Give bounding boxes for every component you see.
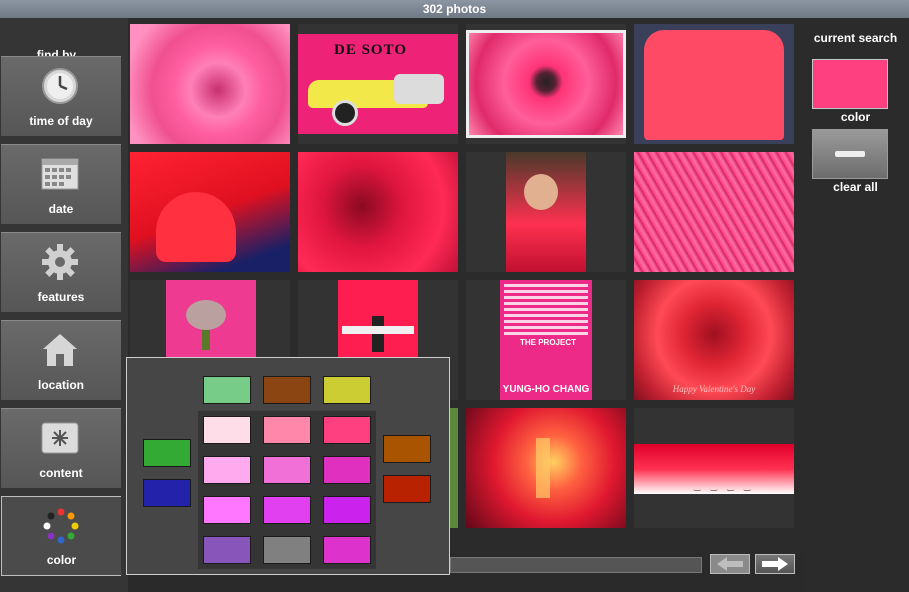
nav-label: color <box>46 553 77 567</box>
color-swatch[interactable] <box>203 536 251 564</box>
color-label: color <box>840 110 871 124</box>
nav-label: date <box>48 202 74 216</box>
color-swatch[interactable] <box>323 496 371 524</box>
nav-content[interactable]: content <box>1 408 121 488</box>
back-button[interactable] <box>710 554 750 574</box>
nav-time-of-day[interactable]: time of day <box>1 56 121 136</box>
color-swatch[interactable] <box>203 496 251 524</box>
photo <box>634 24 794 144</box>
color-swatch[interactable] <box>323 416 371 444</box>
nav-date[interactable]: date <box>1 144 121 224</box>
current-search-panel: current search color clear all <box>802 18 909 592</box>
color-wheel-icon <box>43 508 79 544</box>
clear-all-label[interactable]: clear all <box>802 180 909 194</box>
color-swatch[interactable] <box>383 435 431 463</box>
selected-color-swatch[interactable] <box>812 59 888 109</box>
left-panel: find by... time of day date features loc… <box>0 18 128 592</box>
color-swatch[interactable] <box>323 376 371 404</box>
photo <box>634 152 794 272</box>
photo-cell[interactable]: DE SOTO <box>298 24 458 144</box>
house-icon <box>43 334 77 366</box>
photo-cell[interactable]: THE PROJECT YUNG-HO CHANG <box>466 280 626 400</box>
forward-button[interactable] <box>755 554 795 574</box>
photo: ‿ ‿ ‿ ‿ <box>634 444 794 494</box>
photo-cell[interactable]: ‿ ‿ ‿ ‿ <box>634 408 794 528</box>
color-swatch[interactable] <box>323 536 371 564</box>
minus-icon <box>835 151 865 157</box>
photo-cell[interactable] <box>466 408 626 528</box>
color-swatch[interactable] <box>263 496 311 524</box>
color-swatch[interactable] <box>203 416 251 444</box>
nav-location[interactable]: location <box>1 320 121 400</box>
nav-label: features <box>37 290 85 304</box>
photo-cell[interactable]: Happy Valentine's Day <box>634 280 794 400</box>
window-title: 302 photos <box>0 0 909 18</box>
color-swatch[interactable] <box>203 376 251 404</box>
photo-cell[interactable] <box>130 24 290 144</box>
gear-icon <box>42 244 78 280</box>
clear-all-button[interactable] <box>812 129 888 179</box>
horizontal-scrollbar[interactable] <box>450 557 702 573</box>
photo: THE PROJECT YUNG-HO CHANG <box>500 280 592 400</box>
color-swatch[interactable] <box>263 376 311 404</box>
right-arrow-icon <box>762 557 788 571</box>
photo <box>130 152 290 272</box>
color-swatch[interactable] <box>143 479 191 507</box>
sparkle-icon <box>41 422 79 454</box>
clock-icon <box>42 68 78 104</box>
nav-label: location <box>37 378 84 392</box>
photo <box>466 30 626 138</box>
photo-cell[interactable] <box>634 152 794 272</box>
photo: DE SOTO <box>298 34 458 134</box>
photo <box>506 152 586 272</box>
nav-label: time of day <box>29 114 93 128</box>
color-swatch[interactable] <box>203 456 251 484</box>
color-swatch[interactable] <box>263 416 311 444</box>
photo-cell[interactable] <box>130 152 290 272</box>
photo-cell[interactable] <box>298 152 458 272</box>
nav-features[interactable]: features <box>1 232 121 312</box>
color-picker-popup <box>126 357 450 575</box>
left-arrow-icon <box>717 557 743 571</box>
nav-label: content <box>39 466 83 480</box>
photo-caption: DE SOTO <box>334 42 407 58</box>
photo <box>298 152 458 272</box>
photo-caption: THE PROJECT <box>520 338 577 347</box>
nav-color[interactable]: color <box>1 496 121 576</box>
color-swatch[interactable] <box>263 536 311 564</box>
photo-caption: Happy Valentine's Day <box>672 384 756 394</box>
calendar-icon <box>41 158 79 190</box>
color-swatch[interactable] <box>383 475 431 503</box>
photo-cell[interactable] <box>466 24 626 144</box>
photo: Happy Valentine's Day <box>634 280 794 400</box>
color-swatch[interactable] <box>263 456 311 484</box>
current-search-title: current search <box>813 31 898 45</box>
color-swatch[interactable] <box>323 456 371 484</box>
photo-cell[interactable] <box>466 152 626 272</box>
photo <box>466 408 626 528</box>
photo-cell[interactable] <box>634 24 794 144</box>
photo <box>130 24 290 144</box>
photo-caption: YUNG-HO CHANG <box>502 384 590 395</box>
color-swatch[interactable] <box>143 439 191 467</box>
